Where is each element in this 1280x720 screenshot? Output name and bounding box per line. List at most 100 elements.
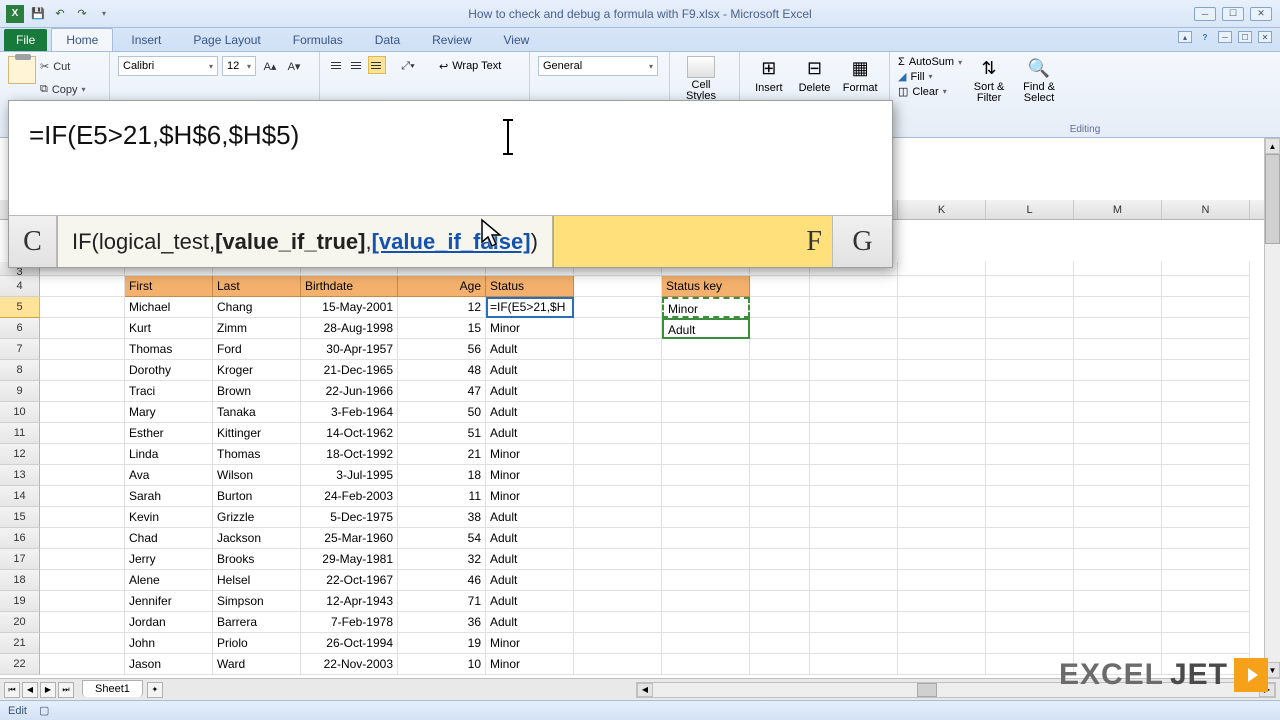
cell[interactable] xyxy=(898,612,986,633)
cell[interactable] xyxy=(750,423,810,444)
cell[interactable]: Burton xyxy=(213,486,301,507)
align-middle-button[interactable] xyxy=(348,56,366,74)
cell[interactable] xyxy=(1074,549,1162,570)
scroll-left-button[interactable]: ◀ xyxy=(637,683,653,697)
cell[interactable]: Ava xyxy=(125,465,213,486)
cell[interactable] xyxy=(1074,297,1162,318)
cell[interactable]: Adult xyxy=(486,612,574,633)
close-button[interactable]: ✕ xyxy=(1250,7,1272,21)
cell[interactable] xyxy=(1162,549,1250,570)
new-sheet-button[interactable]: ✦ xyxy=(147,682,163,698)
cell[interactable]: Barrera xyxy=(213,612,301,633)
sheet-nav-first[interactable]: ⏮ xyxy=(4,682,20,698)
cell[interactable]: Kroger xyxy=(213,360,301,381)
editing-cell[interactable]: =IF(E5>21,$H xyxy=(486,297,574,318)
cell[interactable] xyxy=(750,444,810,465)
fill-button[interactable]: ◢Fill▾ xyxy=(898,70,962,83)
cell[interactable] xyxy=(750,360,810,381)
cell[interactable]: Status xyxy=(486,276,574,297)
cell-styles-button[interactable]: Cell Styles xyxy=(678,56,724,102)
cell[interactable] xyxy=(1074,591,1162,612)
cell[interactable] xyxy=(574,339,662,360)
sheet-nav-prev[interactable]: ◀ xyxy=(22,682,38,698)
cell[interactable] xyxy=(1074,612,1162,633)
cell[interactable] xyxy=(810,444,898,465)
row-header[interactable]: 16 xyxy=(0,528,40,549)
cell[interactable] xyxy=(986,570,1074,591)
cell[interactable] xyxy=(810,549,898,570)
cell[interactable] xyxy=(750,297,810,318)
cell[interactable] xyxy=(662,591,750,612)
cell[interactable] xyxy=(662,633,750,654)
cell[interactable] xyxy=(40,570,125,591)
row-header[interactable]: 14 xyxy=(0,486,40,507)
cell[interactable]: 38 xyxy=(398,507,486,528)
cell[interactable]: Minor xyxy=(486,318,574,339)
cell[interactable]: Kevin xyxy=(125,507,213,528)
cell[interactable]: Adult xyxy=(486,570,574,591)
cell[interactable] xyxy=(1074,339,1162,360)
cell[interactable] xyxy=(898,570,986,591)
sheet-tab-sheet1[interactable]: Sheet1 xyxy=(82,680,143,697)
spreadsheet-grid[interactable]: 34FirstLastBirthdateAgeStatusStatus key5… xyxy=(0,262,1264,678)
cell[interactable] xyxy=(750,549,810,570)
cell[interactable]: 28-Aug-1998 xyxy=(301,318,398,339)
cell[interactable] xyxy=(1162,465,1250,486)
cell[interactable] xyxy=(40,423,125,444)
cell[interactable] xyxy=(40,465,125,486)
cell[interactable] xyxy=(898,402,986,423)
cell[interactable]: Thomas xyxy=(125,339,213,360)
cell[interactable]: Minor xyxy=(486,633,574,654)
decrease-font-icon[interactable]: A▾ xyxy=(284,56,304,76)
cell[interactable]: 56 xyxy=(398,339,486,360)
ribbon-minimize-icon[interactable]: ▴ xyxy=(1178,31,1192,43)
cell[interactable] xyxy=(898,633,986,654)
cell[interactable]: Zimm xyxy=(213,318,301,339)
cell[interactable]: Adult xyxy=(486,549,574,570)
formula-input[interactable]: =IF(E5>21,$H$6,$H$5) xyxy=(9,101,892,215)
cell[interactable]: Jordan xyxy=(125,612,213,633)
row-header[interactable]: 13 xyxy=(0,465,40,486)
cell[interactable]: 46 xyxy=(398,570,486,591)
cell[interactable] xyxy=(986,423,1074,444)
cell[interactable] xyxy=(662,465,750,486)
cell[interactable] xyxy=(1162,612,1250,633)
col-k[interactable]: K xyxy=(898,200,986,219)
cell[interactable]: First xyxy=(125,276,213,297)
row-header[interactable]: 11 xyxy=(0,423,40,444)
cell[interactable] xyxy=(1162,262,1250,276)
cell[interactable] xyxy=(898,528,986,549)
cell[interactable] xyxy=(986,444,1074,465)
cell[interactable]: 14-Oct-1962 xyxy=(301,423,398,444)
cell[interactable] xyxy=(40,444,125,465)
cell[interactable] xyxy=(986,549,1074,570)
cell[interactable] xyxy=(898,465,986,486)
align-bottom-button[interactable] xyxy=(368,56,386,74)
cell[interactable] xyxy=(1162,360,1250,381)
cell[interactable]: 15 xyxy=(398,318,486,339)
cell[interactable]: Minor xyxy=(486,654,574,675)
cell[interactable] xyxy=(986,262,1074,276)
cell[interactable] xyxy=(1074,633,1162,654)
row-header[interactable]: 7 xyxy=(0,339,40,360)
cell[interactable] xyxy=(986,507,1074,528)
cell[interactable]: Esther xyxy=(125,423,213,444)
cell[interactable] xyxy=(662,486,750,507)
cell[interactable] xyxy=(898,507,986,528)
sheet-nav-next[interactable]: ▶ xyxy=(40,682,56,698)
cell[interactable] xyxy=(662,570,750,591)
cell[interactable] xyxy=(574,528,662,549)
cell[interactable] xyxy=(662,381,750,402)
cell[interactable] xyxy=(986,318,1074,339)
minimize-button[interactable]: ─ xyxy=(1194,7,1216,21)
row-header[interactable]: 9 xyxy=(0,381,40,402)
cell[interactable] xyxy=(898,423,986,444)
cell[interactable]: Helsel xyxy=(213,570,301,591)
cell[interactable] xyxy=(40,297,125,318)
cell[interactable] xyxy=(986,360,1074,381)
row-header[interactable]: 6 xyxy=(0,318,40,339)
cell[interactable]: John xyxy=(125,633,213,654)
cell[interactable] xyxy=(40,486,125,507)
cell[interactable]: 22-Nov-2003 xyxy=(301,654,398,675)
cell[interactable]: Kurt xyxy=(125,318,213,339)
